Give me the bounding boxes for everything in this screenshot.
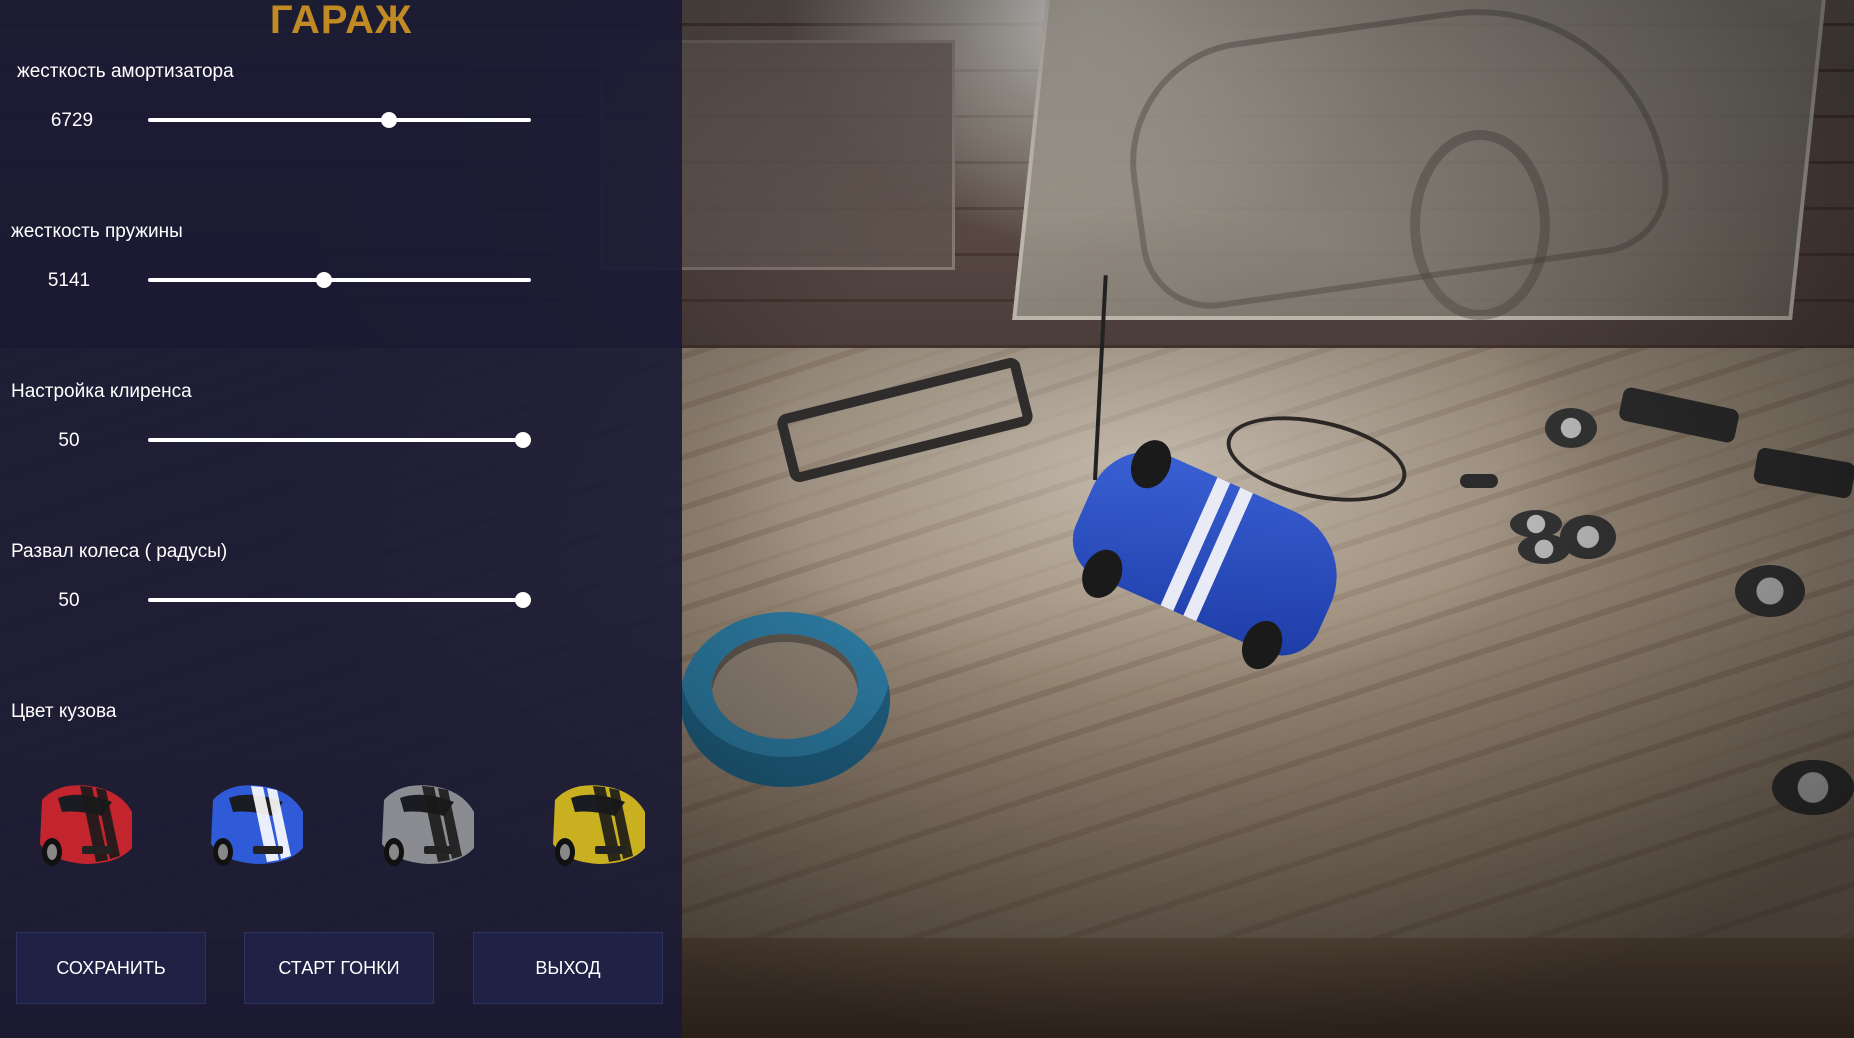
clearance-value: 50 <box>58 430 80 451</box>
color-option-yellow[interactable] <box>541 760 653 880</box>
shock-stiffness-label: жесткость амортизатора <box>17 61 234 82</box>
spring-stiffness-label: жесткость пружины <box>11 221 183 242</box>
camber-label: Развал колеса ( радусы) <box>11 541 228 562</box>
mini-car-icon <box>553 785 645 866</box>
shock-stiffness-slider[interactable] <box>148 107 531 133</box>
spring-stiffness-slider[interactable] <box>148 267 531 293</box>
slider-track <box>148 278 531 282</box>
camber-slider[interactable] <box>148 587 532 613</box>
clearance-label: Настройка клиренса <box>11 381 192 402</box>
clearance-slider[interactable] <box>148 427 532 453</box>
save-button[interactable]: СОХРАНИТЬ <box>16 932 206 1004</box>
start-race-button[interactable]: СТАРТ ГОНКИ <box>244 932 434 1004</box>
shock-stiffness-value: 6729 <box>50 110 94 131</box>
mini-car-icon <box>211 785 303 866</box>
garage-settings-panel: ГАРАЖ жесткость амортизатора 6729 жестко… <box>0 0 682 1038</box>
slider-thumb[interactable] <box>515 432 532 448</box>
mini-car-icon <box>382 785 474 866</box>
slider-thumb[interactable] <box>316 272 333 288</box>
slider-track <box>148 118 531 122</box>
garage-title: ГАРАЖ <box>269 0 413 42</box>
exit-button[interactable]: ВЫХОД <box>473 932 663 1004</box>
color-option-red[interactable] <box>28 760 140 880</box>
mini-car-icon <box>40 785 132 866</box>
body-color-label: Цвет кузова <box>11 701 117 722</box>
camber-value: 50 <box>58 590 80 611</box>
slider-thumb[interactable] <box>381 112 398 128</box>
slider-track <box>148 438 531 442</box>
color-option-blue[interactable] <box>199 760 311 880</box>
color-option-gray[interactable] <box>370 760 482 880</box>
spring-stiffness-value: 5141 <box>47 270 91 291</box>
slider-thumb[interactable] <box>515 592 532 608</box>
slider-track <box>148 598 531 602</box>
